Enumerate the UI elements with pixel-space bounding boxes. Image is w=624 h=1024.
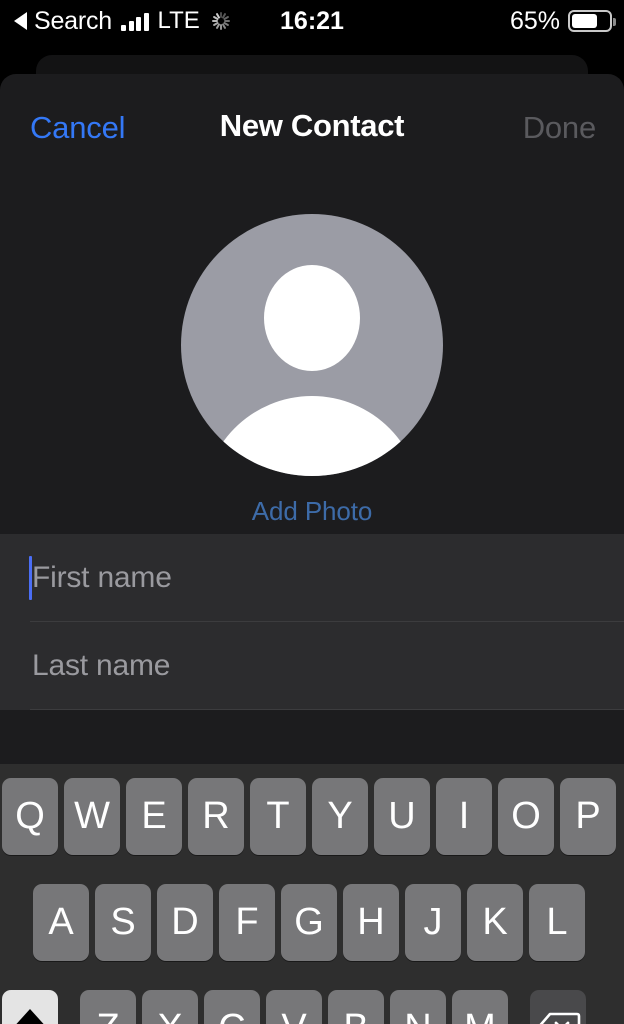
key-b[interactable]: B (328, 990, 384, 1024)
battery-percent-label: 65% (509, 6, 560, 35)
contact-photo-section: Add Photo (0, 180, 624, 526)
delete-key[interactable] (530, 990, 586, 1024)
keyboard-row-2: ASDFGHJKL (0, 884, 624, 961)
key-j[interactable]: J (405, 884, 461, 961)
key-i[interactable]: I (436, 778, 492, 855)
key-a[interactable]: A (33, 884, 89, 961)
key-h[interactable]: H (343, 884, 399, 961)
modal-navigation-bar: Cancel New Contact Done (0, 74, 624, 180)
key-m[interactable]: M (452, 990, 508, 1024)
field-separator (30, 709, 624, 710)
key-o[interactable]: O (498, 778, 554, 855)
keyboard-row-1: QWERTYUIOP (0, 778, 624, 855)
key-l[interactable]: L (529, 884, 585, 961)
key-w[interactable]: W (64, 778, 120, 855)
first-name-placeholder: First name (32, 561, 172, 594)
status-bar-right: 65% (509, 0, 616, 42)
first-name-field[interactable]: First name (0, 534, 624, 622)
battery-fill (572, 14, 598, 28)
key-e[interactable]: E (126, 778, 182, 855)
person-placeholder-icon[interactable] (181, 214, 443, 476)
shift-key[interactable] (2, 990, 58, 1024)
key-v[interactable]: V (266, 990, 322, 1024)
key-c[interactable]: C (204, 990, 260, 1024)
keyboard-row-3: ZXCVBNM (0, 990, 624, 1024)
avatar-head-shape (264, 265, 360, 371)
key-p[interactable]: P (560, 778, 616, 855)
new-contact-modal-sheet: Cancel New Contact Done Add Photo First … (0, 74, 624, 1024)
key-d[interactable]: D (157, 884, 213, 961)
text-caret (29, 556, 32, 600)
delete-backspace-icon (535, 1012, 581, 1024)
last-name-field[interactable]: Last name (0, 622, 624, 710)
key-u[interactable]: U (374, 778, 430, 855)
key-f[interactable]: F (219, 884, 275, 961)
status-bar: Search LTE 16:21 65% (0, 0, 624, 42)
add-photo-button[interactable]: Add Photo (0, 496, 624, 527)
key-y[interactable]: Y (312, 778, 368, 855)
key-q[interactable]: Q (2, 778, 58, 855)
iphone-screen: Search LTE 16:21 65% Cancel New Contact … (0, 0, 624, 1024)
last-name-placeholder: Last name (32, 649, 171, 682)
battery-icon (568, 10, 616, 32)
onscreen-keyboard[interactable]: QWERTYUIOP ASDFGHJKL ZXCVBNM (0, 764, 624, 1024)
contact-fields-group: First name Last name (0, 534, 624, 710)
key-n[interactable]: N (390, 990, 446, 1024)
key-s[interactable]: S (95, 884, 151, 961)
key-g[interactable]: G (281, 884, 337, 961)
key-k[interactable]: K (467, 884, 523, 961)
avatar-body-shape (202, 396, 422, 476)
key-r[interactable]: R (188, 778, 244, 855)
key-z[interactable]: Z (80, 990, 136, 1024)
done-button[interactable]: Done (523, 110, 597, 146)
key-x[interactable]: X (142, 990, 198, 1024)
key-t[interactable]: T (250, 778, 306, 855)
keyboard-row-3-letters: ZXCVBNM (80, 990, 508, 1024)
